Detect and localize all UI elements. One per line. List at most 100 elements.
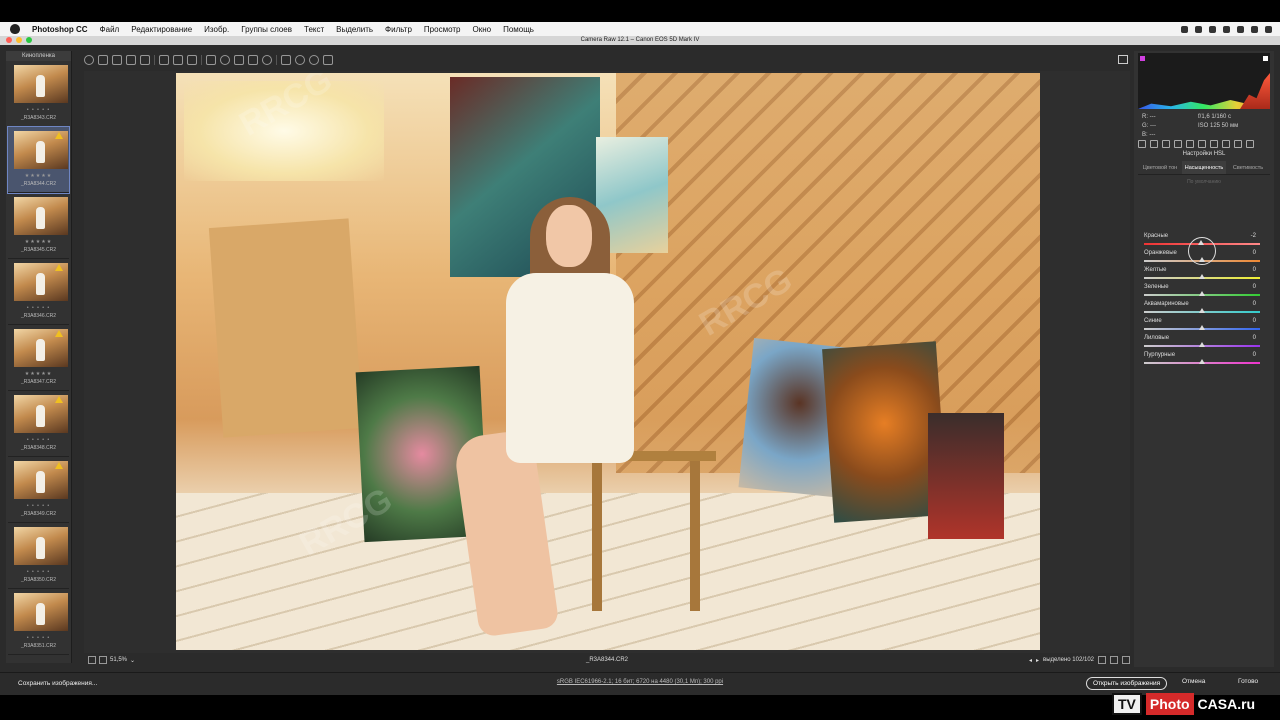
rotate-right-icon[interactable] [309,55,319,65]
targeted-adjustment-tool-icon[interactable] [140,55,150,65]
minimize-window-icon[interactable] [16,37,22,43]
filmstrip-item[interactable]: • • • • • _R3A8343.CR2 [8,61,69,127]
rating-stars[interactable]: • • • • • [8,503,69,509]
notification-icon[interactable] [1265,25,1272,33]
calibration-icon[interactable] [1222,140,1230,148]
slider-value[interactable]: 0 [1253,352,1256,358]
filmstrip-item[interactable]: • • • • • _R3A8346.CR2 [8,259,69,325]
tab-luminance[interactable]: Светимость [1226,161,1270,174]
rating-stars[interactable]: • • • • • [8,635,69,641]
slider-knob[interactable] [1199,274,1205,279]
slider-knob[interactable] [1199,308,1205,313]
rating-stars[interactable]: ★★★★★ [8,371,69,377]
graduated-filter-icon[interactable] [248,55,258,65]
rating-stars[interactable]: • • • • • [8,569,69,575]
crop-tool-icon[interactable] [159,55,169,65]
tab-hue[interactable]: Цветовой тон [1138,161,1182,174]
menu-view[interactable]: Просмотр [418,25,467,34]
split-toning-icon[interactable] [1186,140,1194,148]
menu-filter[interactable]: Фильтр [379,25,418,34]
hsl-icon[interactable] [1174,140,1182,148]
filmstrip-item[interactable]: • • • • • _R3A8348.CR2 [8,391,69,457]
tone-curve-icon[interactable] [1150,140,1158,148]
spot-removal-tool-icon[interactable] [206,55,216,65]
filmstrip-item[interactable]: ★★★★★ _R3A8347.CR2 [8,325,69,391]
filmstrip-item[interactable]: • • • • • _R3A8349.CR2 [8,457,69,523]
filmstrip[interactable]: Кинопленка • • • • • _R3A8343.CR2 ★★★★★ _R3… [6,51,72,663]
done-button[interactable]: Готово [1238,678,1258,685]
slider-knob[interactable] [1199,342,1205,347]
menu-app[interactable]: Photoshop CC [26,25,94,34]
slider-value[interactable]: 0 [1253,267,1256,273]
preferences-icon[interactable] [281,55,291,65]
image-canvas[interactable]: RRCG RRCG RRCG [84,71,1130,653]
filmstrip-item[interactable]: ★★★★★ _R3A8345.CR2 [8,193,69,259]
red-eye-tool-icon[interactable] [220,55,230,65]
wifi-icon[interactable] [1209,25,1216,33]
menu-window[interactable]: Окно [466,25,497,34]
menu-edit[interactable]: Редактирование [125,25,198,34]
detail-icon[interactable] [1162,140,1170,148]
menu-layer-groups[interactable]: Группы слоев [235,25,298,34]
slider-value[interactable]: 0 [1253,250,1256,256]
menu-select[interactable]: Выделить [330,25,379,34]
effects-icon[interactable] [1210,140,1218,148]
cancel-button[interactable]: Отмена [1182,678,1205,685]
color-sampler-tool-icon[interactable] [126,55,136,65]
bluetooth-icon[interactable] [1195,25,1202,33]
close-window-icon[interactable] [6,37,12,43]
adjustment-brush-icon[interactable] [234,55,244,65]
menu-type[interactable]: Текст [298,25,330,34]
slider-value[interactable]: 0 [1253,335,1256,341]
rotate-left-icon[interactable] [295,55,305,65]
filmstrip-item[interactable]: ★★★★★ _R3A8344.CR2 [7,126,70,194]
tab-saturation[interactable]: Насыщенность [1182,161,1226,174]
apple-icon[interactable] [10,24,20,34]
slider-knob[interactable] [1199,359,1205,364]
slider-value[interactable]: -2 [1251,233,1256,239]
fullscreen-icon[interactable] [1118,55,1128,64]
zoom-window-icon[interactable] [26,37,32,43]
radial-filter-icon[interactable] [262,55,272,65]
slider-value[interactable]: 0 [1253,301,1256,307]
rating-stars[interactable]: • • • • • [8,305,69,311]
filmstrip-item[interactable]: • • • • • _R3A8351.CR2 [8,589,69,655]
zoom-tool-icon[interactable] [84,55,94,65]
dropbox-icon[interactable] [1181,25,1188,33]
rating-stars[interactable]: ★★★★★ [8,239,69,245]
rating-stars[interactable]: • • • • • [8,107,69,113]
default-link[interactable]: По умолчанию [1138,179,1270,185]
transform-tool-icon[interactable] [187,55,197,65]
open-images-button[interactable]: Открыть изображения [1086,677,1168,690]
before-after-settings-button[interactable] [1122,656,1130,664]
volume-icon[interactable] [1223,25,1230,33]
next-image-icon[interactable]: ▸ [1036,657,1039,664]
lens-corrections-icon[interactable] [1198,140,1206,148]
hand-tool-icon[interactable] [98,55,108,65]
menu-file[interactable]: Файл [94,25,126,34]
shadow-clipping-icon[interactable] [1140,56,1145,61]
slider-value[interactable]: 0 [1253,284,1256,290]
battery-icon[interactable] [1237,25,1244,33]
slider-value[interactable]: 0 [1253,318,1256,324]
prev-image-icon[interactable]: ◂ [1029,657,1032,664]
menu-help[interactable]: Помощь [497,25,540,34]
trash-icon[interactable] [323,55,333,65]
menu-image[interactable]: Изобр. [198,25,235,34]
spotlight-icon[interactable] [1251,25,1258,33]
filmstrip-item[interactable]: • • • • • _R3A8350.CR2 [8,523,69,589]
highlight-clipping-icon[interactable] [1263,56,1268,61]
slider-knob[interactable] [1199,291,1205,296]
before-after-y-button[interactable] [1098,656,1106,664]
rgb-readout: R: --- G: --- B: --- [1142,113,1156,140]
white-balance-tool-icon[interactable] [112,55,122,65]
before-after-toggle-button[interactable] [1110,656,1118,664]
slider-knob[interactable] [1199,325,1205,330]
rating-stars[interactable]: • • • • • [8,437,69,443]
rating-stars[interactable]: ★★★★★ [8,173,69,179]
basic-panel-icon[interactable] [1138,140,1146,148]
straighten-tool-icon[interactable] [173,55,183,65]
presets-icon[interactable] [1234,140,1242,148]
snapshots-icon[interactable] [1246,140,1254,148]
photo-preview[interactable]: RRCG RRCG RRCG [176,73,1040,650]
